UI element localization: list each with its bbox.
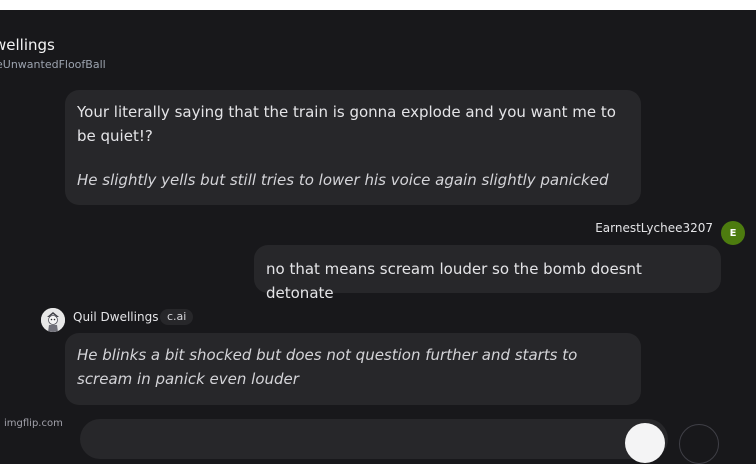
bot-message-bubble: Your literally saying that the train is … — [65, 90, 641, 205]
call-button[interactable] — [679, 424, 719, 464]
imgflip-watermark: imgflip.com — [4, 418, 63, 429]
character-creator-handle[interactable]: eUnwantedFloofBall — [0, 58, 106, 71]
message-text: be quiet!? — [77, 127, 153, 145]
message-action-text: He blinks a bit shocked but does not que… — [77, 346, 578, 364]
user-name: EarnestLychee3207 — [595, 221, 713, 235]
message-action-text: scream in panick even louder — [77, 370, 299, 388]
bot-message-bubble: He blinks a bit shocked but does not que… — [65, 333, 641, 405]
top-bar — [0, 0, 756, 10]
bot-avatar[interactable] — [41, 308, 65, 332]
bot-name[interactable]: Quil Dwellings — [73, 310, 158, 324]
user-message-bubble: no that means scream louder so the bomb … — [254, 245, 721, 302]
character-portrait-icon — [41, 308, 65, 332]
message-text: Your literally saying that the train is … — [77, 103, 616, 121]
user-avatar[interactable]: E — [721, 221, 745, 245]
character-name: wellings — [0, 36, 55, 54]
message-input[interactable] — [80, 419, 668, 459]
send-button[interactable] — [625, 423, 665, 463]
cai-badge: c.ai — [160, 309, 194, 325]
message-action-text: He slightly yells but still tries to low… — [77, 171, 609, 189]
message-text: no that means scream louder so the bomb … — [266, 260, 642, 302]
